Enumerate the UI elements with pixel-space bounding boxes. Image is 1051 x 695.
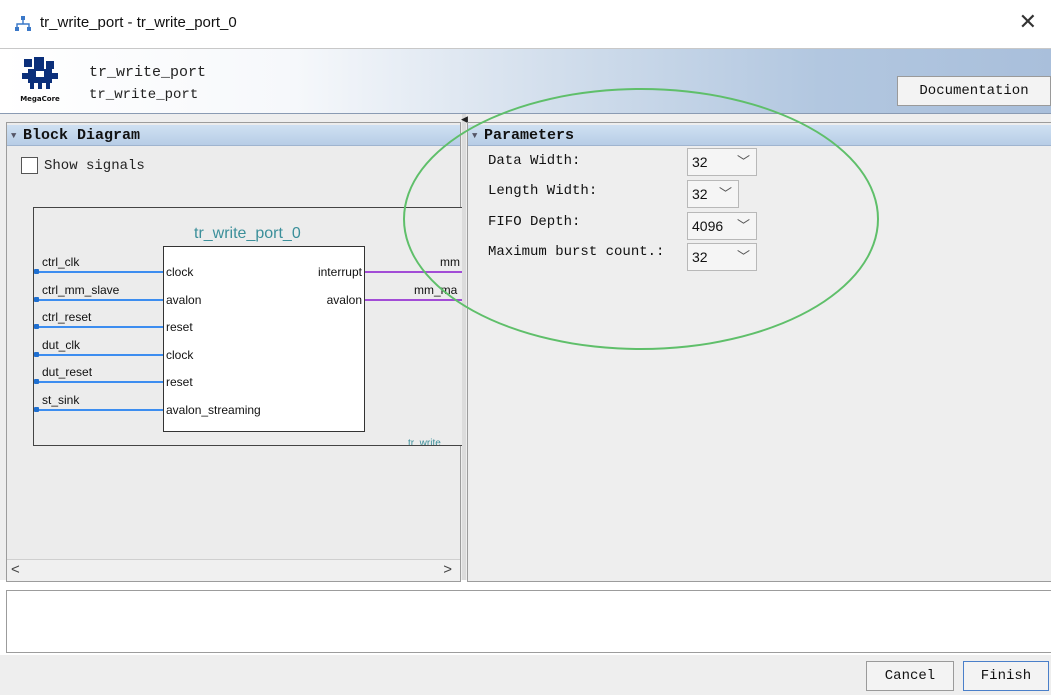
component-type: tr_write_port [89,87,199,103]
show-signals-checkbox[interactable]: Show signals [21,157,145,174]
chevron-down-icon: ﹀ [718,186,732,201]
chevron-down-icon: ﹀ [736,249,750,264]
select-value: 32 [692,249,708,265]
signal-line [36,381,163,383]
signal-connector [34,352,39,357]
signal-name: ctrl_mm_slave [42,283,120,297]
param-label-max-burst: Maximum burst count.: [488,244,665,260]
signal-name: dut_reset [42,365,93,379]
signal-line [36,326,163,328]
select-value: 32 [692,154,708,170]
collapse-triangle-icon: ▼ [472,131,478,141]
signal-line [36,299,163,301]
close-icon[interactable]: ✕ [1019,10,1037,34]
signal-name: ctrl_clk [42,255,80,269]
export-label: tr_write_ [408,438,447,446]
signal-line [36,271,163,273]
signal-name: st_sink [42,393,80,407]
finish-button[interactable]: Finish [963,661,1049,691]
port-label: clock [166,265,194,279]
port-label: reset [166,375,193,389]
fifo-depth-select[interactable]: 4096 ﹀ [687,212,757,240]
component-name: tr_write_port [89,64,207,81]
dialog-button-bar: Cancel Finish [0,655,1051,695]
block-diagram-header[interactable]: ▼ Block Diagram [7,125,460,146]
signal-connector [34,297,39,302]
message-area [6,590,1051,653]
app-icon [15,16,31,31]
signal-line [36,354,163,356]
select-value: 4096 [692,218,724,234]
main-content: ▼ Block Diagram Show signals tr_write_po… [0,114,1051,582]
select-value: 32 [692,186,708,202]
port-label: clock [166,348,194,362]
title-bar: tr_write_port - tr_write_port_0 ✕ [0,0,1051,48]
data-width-select[interactable]: 32 ﹀ [687,148,757,176]
parameters-panel: ▼ Parameters Data Width: 32 ﹀ Length Wid… [467,122,1051,582]
param-label-length-width: Length Width: [488,183,598,199]
component-block[interactable]: clock avalon reset clock reset avalon_st… [163,246,365,432]
port-label: reset [166,320,193,334]
max-burst-select[interactable]: 32 ﹀ [687,243,757,271]
output-signal-line [365,299,463,301]
output-signal-name: mm_ma [414,283,458,297]
logo-text: MegaCore [20,95,60,103]
scroll-left-icon[interactable]: < [11,561,20,578]
show-signals-label: Show signals [44,157,145,174]
port-label: interrupt [317,265,362,279]
block-diagram-canvas[interactable]: tr_write_port_0 ctrl_clk ctrl_mm_slave c… [33,207,463,446]
component-instance-title: tr_write_port_0 [194,225,301,242]
port-label: avalon_streaming [166,403,261,417]
signal-name: ctrl_reset [42,310,92,324]
signal-line [36,409,163,411]
signal-connector [34,379,39,384]
chevron-down-icon: ﹀ [736,154,750,169]
megacore-logo-icon: MegaCore [14,55,66,109]
block-diagram-title: Block Diagram [23,127,141,144]
signal-connector [34,407,39,412]
panel-splitter[interactable] [462,114,466,580]
signal-connector [34,324,39,329]
component-header: MegaCore tr_write_port tr_write_port Doc… [0,48,1051,114]
output-signal-line [365,271,463,273]
horizontal-scrollbar[interactable]: < > [7,559,460,581]
cancel-button[interactable]: Cancel [866,661,954,691]
block-diagram-panel: ▼ Block Diagram Show signals tr_write_po… [6,122,463,582]
parameters-title: Parameters [484,127,575,144]
collapse-triangle-icon: ▼ [11,131,17,141]
window-title: tr_write_port - tr_write_port_0 [40,14,237,31]
chevron-down-icon: ﹀ [736,218,750,233]
param-label-fifo-depth: FIFO Depth: [488,214,581,230]
signal-name: dut_clk [42,338,81,352]
port-label: avalon [326,293,362,307]
parameters-header[interactable]: ▼ Parameters [468,125,1051,146]
signal-connector [34,269,39,274]
scroll-right-icon[interactable]: > [443,561,452,578]
documentation-button[interactable]: Documentation [897,76,1051,106]
output-signal-name: mm [440,255,460,269]
checkbox-box[interactable] [21,157,38,174]
length-width-select[interactable]: 32 ﹀ [687,180,739,208]
param-label-data-width: Data Width: [488,153,581,169]
port-label: avalon [166,293,202,307]
